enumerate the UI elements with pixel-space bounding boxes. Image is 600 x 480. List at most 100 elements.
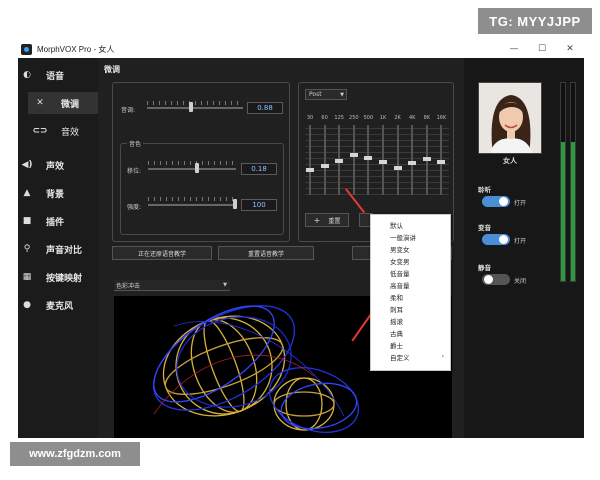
screenshot-page: TG: MYYJJPP MorphVOX Pro - 女人 — ☐ ✕ ◐ 语音… — [0, 0, 600, 480]
pitch-ticks — [147, 101, 243, 105]
menu-item-male-to-female[interactable]: 男变女 — [371, 243, 450, 255]
minimize-button[interactable]: — — [500, 40, 528, 58]
preset-context-menu: 默认 一般演讲 男变女 女变男 低音量 高音量 柔和 刺耳 摇滚 古典 爵士 自… — [370, 214, 451, 371]
microphone-icon: ● — [23, 300, 31, 310]
menu-item-high-volume[interactable]: 高音量 — [371, 279, 450, 291]
eq-band-knob[interactable] — [422, 157, 431, 162]
voice-avatar — [478, 82, 542, 154]
toggle-knob — [499, 235, 508, 244]
close-button[interactable]: ✕ — [556, 40, 584, 58]
eq-band-knob[interactable] — [364, 155, 373, 160]
eq-band-knob[interactable] — [306, 168, 314, 173]
sidebar-item-label: 声音对比 — [46, 245, 83, 256]
sidebar-item-effects[interactable]: ⊂⊃ 音效 — [18, 120, 98, 142]
eq-band-track[interactable] — [411, 125, 414, 195]
timbre-strength-value-field[interactable]: 100 — [241, 199, 277, 211]
avatar-image — [479, 83, 541, 153]
window-title: MorphVOX Pro - 女人 — [37, 44, 115, 54]
timbre-group: 音色 移位: 0.18 强度: 100 — [120, 139, 284, 235]
timbre-shift-slider-track[interactable] — [148, 168, 236, 170]
pitch-slider-thumb[interactable] — [189, 102, 193, 112]
sidebar-item-microphone[interactable]: ● 麦克风 — [18, 294, 98, 316]
sidebar-item-background[interactable]: ▲ 背景 — [18, 182, 98, 204]
menu-item-classical[interactable]: 古典 — [371, 327, 450, 339]
menu-item-jazz[interactable]: 爵士 — [371, 339, 450, 351]
menu-item-low-volume[interactable]: 低音量 — [371, 267, 450, 279]
menu-item-soft[interactable]: 柔和 — [371, 291, 450, 303]
sidebar-item-keymap[interactable]: ▦ 按键映射 — [18, 266, 98, 288]
menu-item-custom-label: 自定义 — [390, 353, 410, 362]
menu-item-harsh[interactable]: 刺耳 — [371, 303, 450, 315]
eq-band-knob[interactable] — [393, 165, 402, 170]
speaker-icon: ◀) — [21, 160, 33, 170]
eq-band-label: 2K — [394, 115, 401, 121]
plus-icon: + — [313, 215, 321, 225]
eq-band-track[interactable] — [309, 125, 311, 195]
sidebar-item-label: 音效 — [61, 127, 80, 138]
sidebar-item-compare[interactable]: ⚲ 声音对比 — [18, 238, 98, 260]
sidebar-item-plugins[interactable]: ■ 插件 — [18, 210, 98, 232]
eq-band-label: 60 — [321, 115, 328, 121]
eq-band-track[interactable] — [352, 125, 355, 195]
visualizer-style-dropdown[interactable]: 色彩冲击 ▼ — [114, 280, 230, 291]
timbre-shift-ticks — [148, 161, 236, 165]
menu-item-general-speech[interactable]: 一般演讲 — [371, 231, 450, 243]
background-icon: ▲ — [23, 188, 31, 198]
menu-item-female-to-male[interactable]: 女变男 — [371, 255, 450, 267]
mute-toggle[interactable] — [482, 274, 510, 285]
voice-name: 女人 — [503, 157, 517, 165]
restore-voice-teaching-button[interactable]: 正在还原语音教学 — [112, 246, 212, 260]
reset-voice-teaching-button[interactable]: 重置语音教学 — [218, 246, 314, 260]
eq-band-label: 250 — [349, 115, 359, 121]
eq-reset-button[interactable]: + 重置 — [305, 213, 349, 227]
eq-band-knob[interactable] — [408, 161, 417, 166]
eq-band-track[interactable] — [396, 125, 399, 195]
effects-icon: ⊂⊃ — [32, 126, 48, 136]
menu-item-rock[interactable]: 摇滚 — [371, 315, 450, 327]
window-controls: — ☐ ✕ — [500, 40, 584, 58]
vu-meter-right-fill — [571, 142, 575, 281]
mute-state: 关闭 — [514, 278, 527, 285]
listen-toggle[interactable] — [482, 196, 510, 207]
site-watermark: www.zfgdzm.com — [10, 442, 140, 466]
eq-band-knob[interactable] — [320, 163, 329, 168]
sidebar-item-sound-effects[interactable]: ◀) 声效 — [18, 154, 98, 176]
eq-band-label: 4K — [408, 115, 416, 121]
mute-label: 静音 — [478, 264, 491, 272]
timbre-shift-slider-thumb[interactable] — [195, 163, 199, 173]
timbre-shift-value-field[interactable]: 0.18 — [241, 163, 277, 175]
sidebar-item-label: 麦克风 — [46, 301, 74, 312]
menu-item-default[interactable]: 默认 — [371, 219, 450, 231]
vu-meter-right — [570, 82, 576, 282]
listen-label: 聆听 — [478, 186, 491, 194]
sidebar-item-voice[interactable]: ◐ 语音 — [18, 64, 98, 86]
eq-band-track[interactable] — [323, 125, 326, 195]
visualizer-style-value: 色彩冲击 — [116, 282, 141, 290]
eq-preset-value: Post — [309, 91, 322, 98]
eq-band-knob[interactable] — [437, 160, 446, 164]
sidebar-item-label: 按键映射 — [46, 273, 83, 284]
eq-band-label: 125 — [334, 115, 344, 121]
timbre-strength-slider-track[interactable] — [148, 204, 236, 206]
eq-band-track[interactable] — [367, 125, 370, 195]
eq-band-knob[interactable] — [349, 153, 358, 157]
morph-toggle[interactable] — [482, 234, 510, 245]
eq-band-knob[interactable] — [379, 160, 387, 164]
sidebar-item-tweak[interactable]: ✕ 微调 — [28, 92, 98, 114]
sidebar-item-label: 背景 — [46, 189, 65, 200]
pitch-value-field[interactable]: 0.88 — [247, 102, 283, 114]
maximize-button[interactable]: ☐ — [528, 40, 556, 58]
eq-band-knob[interactable] — [335, 158, 344, 163]
voice-status-panel: 女人 聆听 打开 变音 打开 静音 关闭 — [464, 58, 584, 438]
menu-item-custom[interactable]: 自定义 › — [371, 351, 450, 363]
eq-preset-dropdown[interactable]: Post ▼ — [305, 89, 347, 100]
sidebar-item-label: 语音 — [46, 71, 65, 82]
pitch-slider-track[interactable] — [147, 107, 243, 109]
vu-meter-left-fill — [561, 142, 565, 281]
chevron-down-icon: ▼ — [340, 91, 344, 98]
sidebar-item-label: 微调 — [61, 99, 80, 110]
timbre-strength-slider-thumb[interactable] — [233, 199, 237, 209]
eq-band-label: 16K — [436, 115, 447, 121]
section-title: 微调 — [104, 65, 120, 74]
timbre-strength-ticks — [148, 197, 236, 201]
